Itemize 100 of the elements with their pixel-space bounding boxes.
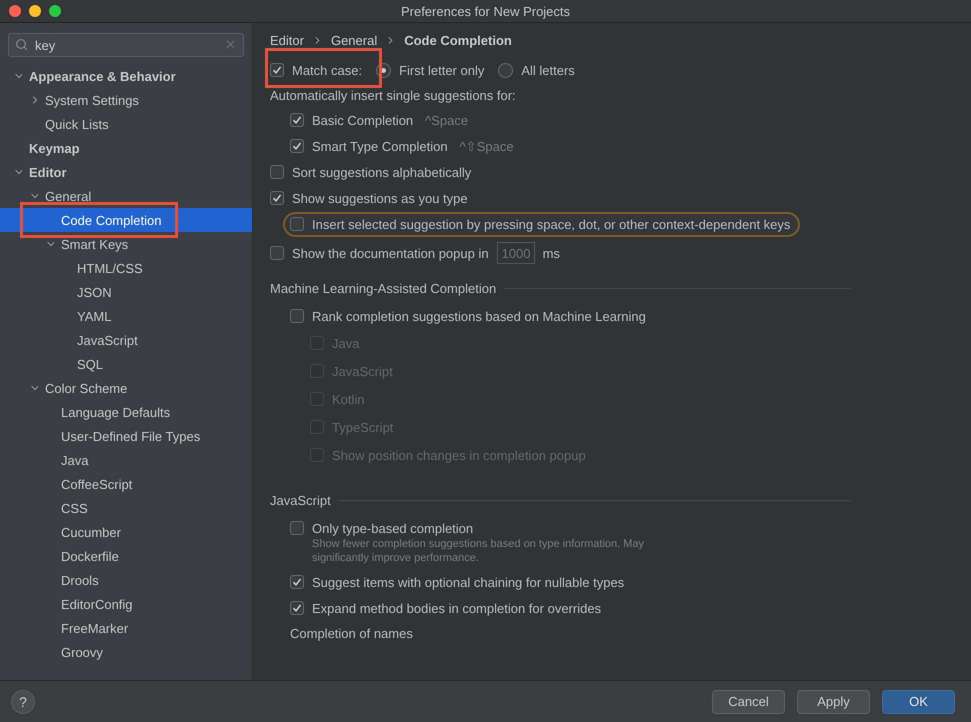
group-label: Automatically insert single suggestions for: xyxy=(270,88,516,102)
tree-label: CSS xyxy=(61,500,88,516)
checkbox-label: Rank completion suggestions based on Machine Learning xyxy=(312,308,646,324)
tree-label: JSON xyxy=(77,284,112,300)
tree-label: User-Defined File Types xyxy=(61,428,200,444)
tree-label: Keymap xyxy=(29,140,80,156)
tree-label: Language Defaults xyxy=(61,404,170,420)
minimize-button[interactable] xyxy=(29,5,41,17)
check-icon xyxy=(292,577,302,587)
checkbox[interactable] xyxy=(290,309,304,323)
tree-label: HTML/CSS xyxy=(77,260,143,276)
check-icon xyxy=(292,141,302,151)
dialog-button[interactable]: OK xyxy=(882,690,955,714)
checkbox[interactable] xyxy=(270,246,284,260)
tree-item[interactable]: Code Completion xyxy=(0,208,252,232)
radio-label: All letters xyxy=(521,62,575,78)
tree-label: CoffeeScript xyxy=(61,476,132,492)
checkbox[interactable] xyxy=(290,139,304,153)
zoom-button[interactable] xyxy=(49,5,61,17)
tree-item[interactable]: Color Scheme xyxy=(0,376,252,400)
tree-label: Drools xyxy=(61,572,99,588)
unit-label: ms xyxy=(542,246,560,260)
search-field[interactable]: key xyxy=(8,33,244,57)
tree-item[interactable]: YAML xyxy=(0,304,252,328)
tree-item[interactable]: Language Defaults xyxy=(0,400,252,424)
check-icon xyxy=(272,193,282,203)
tree-item[interactable]: General xyxy=(0,184,252,208)
tree-item[interactable]: JSON xyxy=(0,280,252,304)
tree-label: Color Scheme xyxy=(45,380,128,396)
tree-item[interactable]: HTML/CSS xyxy=(0,256,252,280)
group-label: Completion of names xyxy=(290,626,413,640)
tree-item[interactable]: CoffeeScript xyxy=(0,472,252,496)
tree-label: EditorConfig xyxy=(61,596,133,612)
tree-item[interactable]: Keymap xyxy=(0,136,252,160)
tree-item[interactable]: Editor xyxy=(0,160,252,184)
checkbox[interactable] xyxy=(270,165,284,179)
clear-icon[interactable] xyxy=(224,38,237,51)
tree-item[interactable]: Groovy xyxy=(0,640,252,664)
checkbox-label: Smart Type Completion xyxy=(312,138,448,154)
checkbox[interactable] xyxy=(290,113,304,127)
tree-item[interactable]: JavaScript xyxy=(0,328,252,352)
tree-item[interactable]: Appearance & Behavior xyxy=(0,64,252,88)
tree-item[interactable]: Drools xyxy=(0,568,252,592)
tree-item[interactable]: Smart Keys xyxy=(0,232,252,256)
window-title: Preferences for New Projects xyxy=(400,4,570,18)
tree-item[interactable]: Java xyxy=(0,448,252,472)
tree-label: Cucumber xyxy=(61,524,121,540)
check-icon xyxy=(272,65,282,75)
tree-item[interactable]: Quick Lists xyxy=(0,112,252,136)
checkbox[interactable] xyxy=(290,575,304,589)
tree-label: Java xyxy=(61,452,88,468)
tree-label: System Settings xyxy=(45,92,139,108)
search-icon xyxy=(15,38,28,51)
radio-label: First letter only xyxy=(399,62,484,78)
tree-label: Groovy xyxy=(61,644,103,660)
tree-item[interactable]: SQL xyxy=(0,352,252,376)
tree-label: General xyxy=(45,188,92,204)
tree-item[interactable]: Cucumber xyxy=(0,520,252,544)
help-button[interactable]: ? xyxy=(11,690,35,714)
checkbox[interactable] xyxy=(270,191,284,205)
section-title: Machine Learning-Assisted Completion xyxy=(270,280,496,296)
checkbox-label: Match case: xyxy=(292,62,362,78)
check-icon xyxy=(292,115,302,125)
checkbox[interactable] xyxy=(290,521,304,535)
checkbox-label: Show the documentation popup in xyxy=(292,246,489,260)
tree-label: JavaScript xyxy=(77,332,138,348)
checkbox-label: Basic Completion xyxy=(312,112,414,128)
checkbox[interactable] xyxy=(290,601,304,615)
tree-label: SQL xyxy=(77,356,104,372)
breadcrumb-item: General xyxy=(330,32,378,48)
tree-label: Smart Keys xyxy=(61,236,128,252)
tree-label: FreeMarker xyxy=(61,620,128,636)
breadcrumb-item: Editor xyxy=(270,32,304,48)
close-button[interactable] xyxy=(9,5,21,17)
checkbox-label: Show suggestions as you type xyxy=(292,190,468,206)
dialog-button[interactable]: Cancel xyxy=(712,690,785,714)
tree-label: Appearance & Behavior xyxy=(29,68,176,84)
tree-item[interactable]: EditorConfig xyxy=(0,592,252,616)
tree-label: Dockerfile xyxy=(61,548,119,564)
checkbox-label: Only type-based completion xyxy=(312,520,474,536)
checkbox[interactable] xyxy=(290,217,304,231)
check-icon xyxy=(292,603,302,613)
tree-item[interactable]: Dockerfile xyxy=(0,544,252,568)
tree-item[interactable]: FreeMarker xyxy=(0,616,252,640)
tree-label: Code Completion xyxy=(61,212,162,228)
tree-item[interactable]: CSS xyxy=(0,496,252,520)
checkbox-label: Insert selected suggestion by pressing space, dot, or other context-dependent keys xyxy=(312,216,790,232)
checkbox-label: Expand method bodies in completion for overrides xyxy=(312,600,602,616)
tree-label: YAML xyxy=(77,308,112,324)
dialog-button[interactable]: Apply xyxy=(797,690,870,714)
checkbox-label: Suggest items with optional chaining for nullable types xyxy=(312,574,624,590)
checkbox[interactable] xyxy=(270,63,284,77)
breadcrumb-item: Code Completion xyxy=(404,32,512,48)
tree-item[interactable]: System Settings xyxy=(0,88,252,112)
section-title: JavaScript xyxy=(270,492,331,508)
checkbox-label: Sort suggestions alphabetically xyxy=(292,164,472,180)
radio-button[interactable] xyxy=(498,62,514,78)
shortcut-hint: ^⇧Space xyxy=(460,138,514,154)
tree-item[interactable]: User-Defined File Types xyxy=(0,424,252,448)
tree-label: Quick Lists xyxy=(45,116,109,132)
